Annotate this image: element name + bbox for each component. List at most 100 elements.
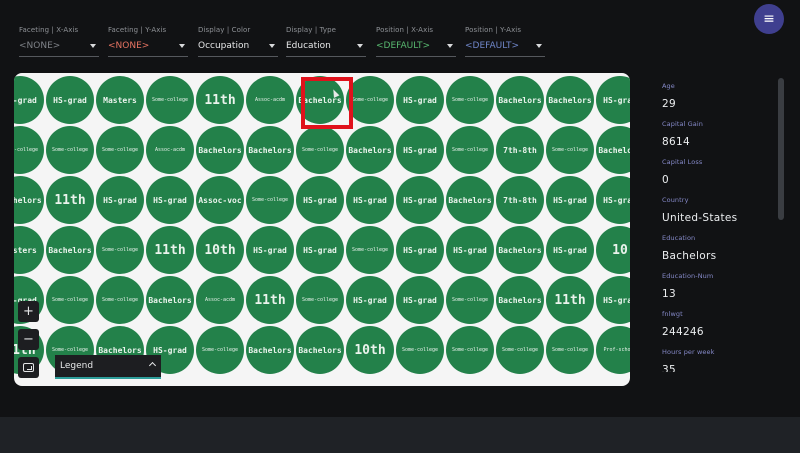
- education-dot[interactable]: Some-college: [96, 226, 144, 274]
- education-dot[interactable]: Bachelors: [496, 76, 544, 124]
- education-dot[interactable]: Bachelors: [496, 226, 544, 274]
- education-dot[interactable]: Some-college: [446, 326, 494, 374]
- faceting-y-select[interactable]: Faceting | Y-Axis <NONE>: [108, 26, 188, 57]
- education-dot[interactable]: HS-grad: [396, 176, 444, 224]
- education-dot[interactable]: HS-grad: [396, 76, 444, 124]
- education-dot[interactable]: Bachelors: [546, 76, 594, 124]
- education-dot[interactable]: Some-college: [446, 76, 494, 124]
- education-dot[interactable]: HS-grad: [46, 76, 94, 124]
- scrollbar-thumb[interactable]: [778, 78, 784, 220]
- education-dot[interactable]: HS-grad: [14, 76, 44, 124]
- detail-label: Hours per week: [662, 348, 715, 356]
- legend-toggle[interactable]: Legend: [55, 355, 161, 379]
- education-dot[interactable]: Assoc-acdm: [246, 76, 294, 124]
- education-dot[interactable]: HS-grad: [346, 176, 394, 224]
- zoom-in-button[interactable]: +: [18, 301, 39, 322]
- detail-label: Capital Gain: [662, 120, 704, 128]
- education-dot[interactable]: Some-college: [46, 276, 94, 324]
- education-dot[interactable]: HS-grad: [596, 176, 630, 224]
- type-label: Display | Type: [286, 26, 337, 34]
- education-dot[interactable]: Bachelors: [296, 326, 344, 374]
- education-dot[interactable]: Masters: [96, 76, 144, 124]
- education-dot[interactable]: HS-grad: [146, 176, 194, 224]
- education-dot[interactable]: HS-grad: [96, 176, 144, 224]
- detail-label: Age: [662, 82, 675, 90]
- position-y-select[interactable]: Position | Y-Axis <DEFAULT>: [465, 26, 545, 57]
- toolbar-controls: Faceting | X-Axis <NONE> Faceting | Y-Ax…: [0, 26, 650, 66]
- type-select[interactable]: Display | Type Education: [286, 26, 366, 57]
- education-dot[interactable]: Bachelors: [46, 226, 94, 274]
- minus-icon: −: [23, 332, 34, 347]
- education-dot[interactable]: Bachelors: [146, 276, 194, 324]
- education-dot[interactable]: Some-college: [14, 126, 44, 174]
- education-dot[interactable]: Prof-school: [596, 326, 630, 374]
- education-dot[interactable]: 11th: [196, 76, 244, 124]
- selection-highlight: [301, 77, 353, 129]
- education-dot[interactable]: Assoc-acdm: [196, 276, 244, 324]
- chevron-up-icon: [148, 361, 157, 370]
- education-dot[interactable]: 7th-8th: [496, 176, 544, 224]
- position-x-select[interactable]: Position | X-Axis <DEFAULT>: [376, 26, 456, 57]
- education-dot[interactable]: Assoc-acdm: [146, 126, 194, 174]
- education-dot[interactable]: Bachelors: [14, 176, 44, 224]
- education-dot[interactable]: 10th: [196, 226, 244, 274]
- education-dot[interactable]: Bachelors: [446, 176, 494, 224]
- education-dot[interactable]: Some-college: [96, 276, 144, 324]
- education-dot[interactable]: 11th: [146, 226, 194, 274]
- detail-value: 244246: [662, 326, 704, 338]
- education-dot[interactable]: Some-college: [546, 126, 594, 174]
- education-dot[interactable]: 10th: [346, 326, 394, 374]
- education-dot[interactable]: Bachelors: [346, 126, 394, 174]
- education-dot[interactable]: HS-grad: [396, 226, 444, 274]
- education-dot[interactable]: 11th: [46, 176, 94, 224]
- education-dot[interactable]: Some-college: [46, 126, 94, 174]
- education-dot[interactable]: Some-college: [446, 276, 494, 324]
- education-dot[interactable]: Some-college: [296, 126, 344, 174]
- menu-button[interactable]: ≡: [754, 4, 784, 34]
- education-dot[interactable]: Some-college: [546, 326, 594, 374]
- education-dot[interactable]: Some-college: [346, 76, 394, 124]
- education-dot[interactable]: HS-grad: [546, 176, 594, 224]
- education-dot[interactable]: 10: [596, 226, 630, 274]
- education-dot[interactable]: HS-grad: [396, 276, 444, 324]
- education-dot[interactable]: Some-college: [146, 76, 194, 124]
- education-dot[interactable]: Some-college: [446, 126, 494, 174]
- fit-view-button[interactable]: [18, 357, 39, 378]
- detail-label: fnlwgt: [662, 310, 683, 318]
- education-dot[interactable]: Some-college: [96, 126, 144, 174]
- education-dot[interactable]: Some-college: [296, 276, 344, 324]
- fit-view-icon: [23, 363, 34, 372]
- education-dot[interactable]: Some-college: [196, 326, 244, 374]
- plus-icon: +: [23, 304, 34, 319]
- education-dot[interactable]: Some-college: [496, 326, 544, 374]
- detail-value: Bachelors: [662, 250, 717, 262]
- education-dot[interactable]: HS-grad: [296, 176, 344, 224]
- education-dot[interactable]: Some-college: [396, 326, 444, 374]
- color-select[interactable]: Display | Color Occupation: [198, 26, 278, 57]
- education-dot[interactable]: 11th: [246, 276, 294, 324]
- education-dot[interactable]: HS-grad: [296, 226, 344, 274]
- education-dot[interactable]: HS-grad: [346, 276, 394, 324]
- education-dot[interactable]: HS-grad: [596, 276, 630, 324]
- detail-value: United-States: [662, 212, 738, 224]
- education-dot[interactable]: Masters: [14, 226, 44, 274]
- education-dot[interactable]: Bachelors: [246, 326, 294, 374]
- education-dot[interactable]: HS-grad: [546, 226, 594, 274]
- education-dot[interactable]: Some-college: [246, 176, 294, 224]
- detail-value: 35: [662, 364, 676, 372]
- education-dot[interactable]: HS-grad: [396, 126, 444, 174]
- education-dot[interactable]: Bachelors: [596, 126, 630, 174]
- education-dot[interactable]: Bachelors: [196, 126, 244, 174]
- detail-label: Education-Num: [662, 272, 714, 280]
- education-dot[interactable]: Some-college: [346, 226, 394, 274]
- education-dot[interactable]: HS-grad: [246, 226, 294, 274]
- education-dot[interactable]: Assoc-voc: [196, 176, 244, 224]
- zoom-out-button[interactable]: −: [18, 329, 39, 350]
- education-dot[interactable]: HS-grad: [596, 76, 630, 124]
- education-dot[interactable]: HS-grad: [446, 226, 494, 274]
- education-dot[interactable]: Bachelors: [246, 126, 294, 174]
- education-dot[interactable]: 7th-8th: [496, 126, 544, 174]
- education-dot[interactable]: Bachelors: [496, 276, 544, 324]
- faceting-x-select[interactable]: Faceting | X-Axis <NONE>: [19, 26, 99, 57]
- education-dot[interactable]: 11th: [546, 276, 594, 324]
